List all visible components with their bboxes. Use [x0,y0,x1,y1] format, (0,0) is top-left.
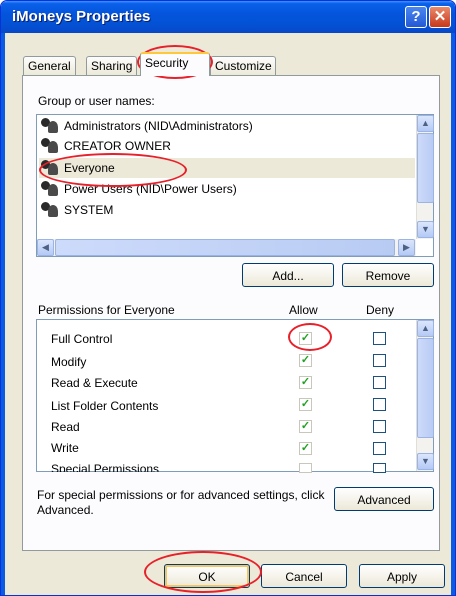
deny-write-checkbox[interactable] [373,442,386,455]
remove-button[interactable]: Remove [342,263,434,287]
properties-dialog: iMoneys Properties ? ✕ General Sharing S… [0,0,456,596]
users-heading: Group or user names: [38,94,155,108]
deny-read-checkbox[interactable] [373,420,386,433]
list-item-label: CREATOR OWNER [64,139,171,153]
permissions-list[interactable]: Full Control Modify Read & Execute List … [36,319,434,473]
list-item-label: Power Users (NID\Power Users) [64,182,237,196]
deny-column-header: Deny [366,303,395,317]
allow-full-control-checkbox[interactable]: ✓ [299,332,312,345]
permissions-scrollbar[interactable]: ▲ ▼ [416,320,434,471]
apply-button[interactable]: Apply [359,564,445,588]
user-group-icon [39,201,61,219]
window-frame-left [1,33,5,595]
allow-column-header: Allow [289,303,318,317]
user-list[interactable]: Administrators (NID\Administrators) CREA… [36,114,434,257]
advanced-hint-text: For special permissions or for advanced … [37,488,325,517]
list-item-label: Everyone [64,161,115,175]
user-list-horizontal-scrollbar[interactable]: ◀ ▶ [37,239,416,256]
permission-label: Full Control [51,332,113,346]
advanced-button[interactable]: Advanced [334,487,434,511]
allow-list-folder-checkbox[interactable]: ✓ [299,398,312,411]
deny-modify-checkbox[interactable] [373,354,386,367]
user-group-icon [39,117,61,135]
add-button[interactable]: Add... [242,263,334,287]
allow-special-checkbox[interactable] [299,463,312,473]
scroll-up-icon[interactable]: ▲ [417,115,434,132]
tab-sharing[interactable]: Sharing [86,56,138,75]
help-button[interactable]: ? [405,6,427,28]
tab-customize[interactable]: Customize [210,56,276,75]
scroll-thumb[interactable] [417,338,434,438]
user-group-icon [39,159,61,177]
list-item[interactable]: SYSTEM [39,200,415,220]
ok-button[interactable]: OK [164,564,250,588]
permission-label: Modify [51,355,87,369]
permission-label: List Folder Contents [51,399,159,413]
list-item[interactable]: Everyone [39,158,415,178]
list-item[interactable]: Administrators (NID\Administrators) [39,116,415,136]
help-icon: ? [411,8,421,25]
window-title: iMoneys Properties [12,8,151,25]
deny-full-control-checkbox[interactable] [373,332,386,345]
scroll-down-icon[interactable]: ▼ [417,453,434,470]
allow-write-checkbox[interactable]: ✓ [299,442,312,455]
list-item-label: Administrators (NID\Administrators) [64,119,253,133]
user-group-icon [39,137,61,155]
close-icon: ✕ [433,8,447,25]
tab-general[interactable]: General [23,56,76,75]
allow-modify-checkbox[interactable]: ✓ [299,354,312,367]
permission-label: Special Permissions [51,462,160,472]
permission-label: Read & Execute [51,376,138,390]
user-group-icon [39,180,61,198]
list-item[interactable]: Power Users (NID\Power Users) [39,179,415,199]
user-list-vertical-scrollbar[interactable]: ▲ ▼ [416,115,434,239]
deny-list-folder-checkbox[interactable] [373,398,386,411]
allow-read-execute-checkbox[interactable]: ✓ [299,376,312,389]
deny-read-execute-checkbox[interactable] [373,376,386,389]
window-frame-right [451,33,455,595]
scroll-down-icon[interactable]: ▼ [417,221,434,238]
cancel-button[interactable]: Cancel [261,564,347,588]
permissions-heading: Permissions for Everyone [38,303,175,317]
permission-label: Write [51,441,79,455]
deny-special-checkbox[interactable] [373,463,386,473]
tab-security[interactable]: Security [140,52,210,76]
allow-read-checkbox[interactable]: ✓ [299,420,312,433]
scroll-up-icon[interactable]: ▲ [417,320,434,337]
scroll-thumb[interactable] [55,239,395,256]
close-button[interactable]: ✕ [429,6,451,28]
title-bar[interactable]: iMoneys Properties ? ✕ [1,1,455,33]
scroll-right-icon[interactable]: ▶ [398,239,415,256]
list-item[interactable]: CREATOR OWNER [39,136,415,156]
list-item-label: SYSTEM [64,203,114,217]
permission-label: Read [51,420,80,434]
scroll-thumb[interactable] [417,133,434,203]
scroll-left-icon[interactable]: ◀ [37,239,54,256]
